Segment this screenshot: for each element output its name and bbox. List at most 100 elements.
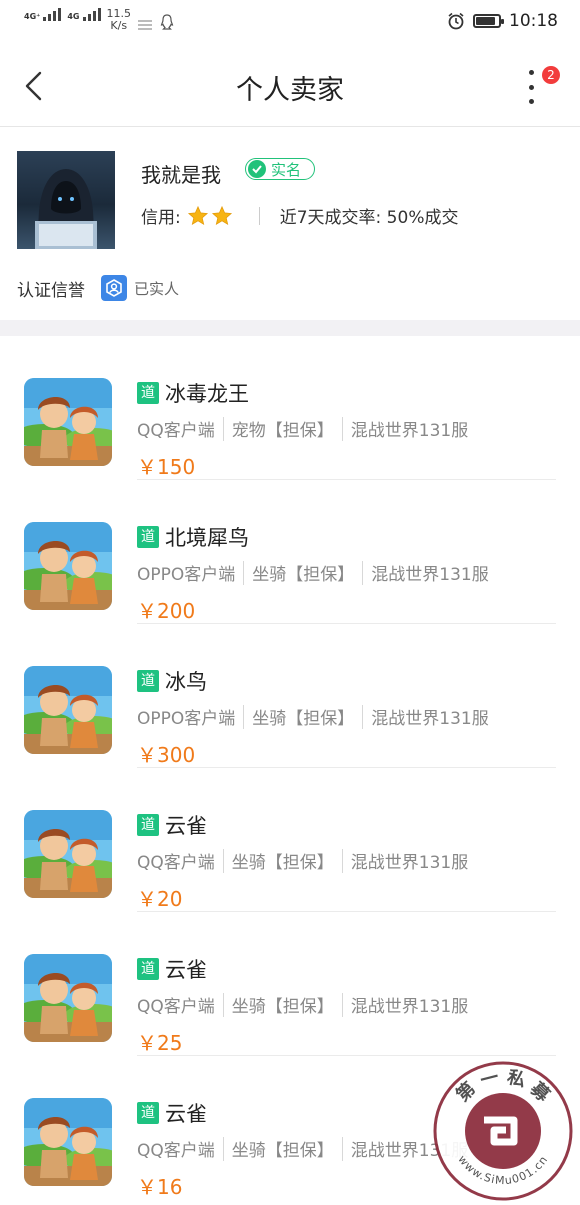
credit-label: 信用:: [141, 208, 181, 228]
listing-title: 冰鸟: [165, 670, 207, 694]
listing-item[interactable]: 道云雀 QQ客户端 坐骑【担保】 混战世界131服 ￥25: [0, 912, 580, 1056]
listing-server: 混战世界131服: [350, 853, 469, 873]
network-label-1: 4G⁺: [24, 12, 41, 21]
listing-price: ￥20: [137, 887, 183, 911]
item-type-tag: 道: [137, 958, 159, 980]
star-icon: [211, 205, 232, 225]
item-type-tag: 道: [137, 526, 159, 548]
meta-divider: [341, 416, 343, 441]
credit-row: 信用: 近7天成交率: 50%成交: [141, 203, 458, 228]
more-dot-icon: [528, 99, 534, 104]
listing-category: 宠物【担保】: [231, 421, 334, 441]
game-thumbnail-image[interactable]: [24, 666, 112, 754]
alarm-icon: [448, 12, 464, 30]
status-bar: 4G⁺ 4G 11.5 K/s 10:18: [0, 0, 580, 46]
listing-meta: QQ客户端 坐骑【担保】 混战世界131服: [137, 1136, 468, 1161]
listing-title: 北境犀鸟: [165, 526, 249, 550]
listing-meta: QQ客户端 坐骑【担保】 混战世界131服: [137, 992, 468, 1017]
listing-server: 混战世界131服: [371, 709, 489, 729]
listing-title: 冰毒龙王: [165, 382, 249, 406]
listing-item[interactable]: 道北境犀鸟 OPPO客户端 坐骑【担保】 混战世界131服 ￥200: [0, 480, 580, 624]
item-type-tag: 道: [137, 670, 159, 692]
credit-stars: [185, 205, 233, 227]
more-dot-icon: [528, 84, 534, 90]
meta-divider: [222, 992, 224, 1017]
check-icon: [248, 160, 266, 178]
network-speed: 11.5 K/s: [107, 8, 132, 32]
game-thumbnail-image[interactable]: [24, 378, 112, 466]
battery-level: [476, 17, 496, 25]
listing-price: ￥300: [137, 743, 196, 767]
listing-server: 混战世界131服: [350, 421, 469, 441]
certification-label: 认证信誉: [17, 280, 85, 301]
meta-divider: [341, 848, 343, 873]
listing-price: ￥200: [137, 599, 196, 623]
meta-divider: [243, 560, 245, 585]
item-type-tag: 道: [137, 1102, 159, 1124]
listing-item[interactable]: 道冰鸟 OPPO客户端 坐骑【担保】 混战世界131服 ￥300: [0, 624, 580, 768]
listing-price: ￥150: [137, 455, 196, 479]
seller-page: 4G⁺ 4G 11.5 K/s 10:18 个人卖家 2 我就是我 实名 信用:…: [0, 0, 580, 1205]
listing-title-row: 道冰毒龙王: [137, 378, 249, 408]
signal-icon-2: 4G: [67, 8, 101, 21]
item-type-tag: 道: [137, 382, 159, 404]
listing-client: OPPO客户端: [137, 565, 236, 585]
listing-meta: OPPO客户端 坐骑【担保】 混战世界131服: [137, 704, 489, 729]
game-thumbnail-image[interactable]: [24, 954, 112, 1042]
listing-title-row: 道云雀: [137, 1098, 207, 1128]
listing-server: 混战世界131服: [371, 565, 489, 585]
meta-divider: [222, 416, 224, 441]
listing-title: 云雀: [165, 814, 207, 838]
meta-divider: [362, 704, 364, 729]
listing-item[interactable]: 道云雀 QQ客户端 坐骑【担保】 混战世界131服 ￥20: [0, 768, 580, 912]
meta-divider: [341, 992, 343, 1017]
section-divider: [0, 320, 580, 336]
listing-category: 坐骑【担保】: [231, 1141, 334, 1161]
seller-avatar[interactable]: [17, 151, 115, 249]
certification-value: 已实人: [134, 279, 180, 298]
notification-icon: [138, 20, 152, 30]
listing-title: 云雀: [165, 1102, 207, 1126]
listing-category: 坐骑【担保】: [252, 709, 355, 729]
speed-unit: K/s: [110, 19, 128, 32]
status-right: 10:18: [447, 11, 558, 31]
meta-divider: [341, 1136, 343, 1161]
game-thumbnail-image[interactable]: [24, 522, 112, 610]
listing-client: OPPO客户端: [137, 709, 236, 729]
listing-category: 坐骑【担保】: [252, 565, 355, 585]
listing-title-row: 道云雀: [137, 954, 207, 984]
watermark-logo: 第 一 私 募 www.SiMu001.cn: [433, 1061, 573, 1201]
verified-badge: 实名: [245, 158, 315, 180]
item-type-tag: 道: [137, 814, 159, 836]
more-dot-icon: [528, 70, 534, 75]
listing-server: 混战世界131服: [350, 997, 469, 1017]
person-verified-icon: [101, 275, 127, 301]
network-label-2: 4G: [67, 12, 80, 21]
listing-item[interactable]: 道冰毒龙王 QQ客户端 宠物【担保】 混战世界131服 ￥150: [0, 336, 580, 480]
listing-price: ￥16: [137, 1175, 183, 1199]
status-left: 4G⁺ 4G 11.5 K/s: [24, 8, 175, 32]
listing-client: QQ客户端: [137, 853, 215, 873]
more-menu-button[interactable]: [520, 70, 542, 104]
listing-client: QQ客户端: [137, 1141, 215, 1161]
game-thumbnail-image[interactable]: [24, 810, 112, 898]
meta-divider: [222, 848, 224, 873]
message-count-badge: 2: [542, 66, 560, 84]
listing-title-row: 道冰鸟: [137, 666, 207, 696]
verified-label: 实名: [271, 160, 302, 179]
battery-icon: [473, 14, 504, 28]
deal-rate: 近7天成交率: 50%成交: [279, 208, 459, 228]
credit-divider: [258, 206, 260, 225]
seller-name: 我就是我: [141, 163, 221, 187]
star-icon: [187, 205, 208, 225]
meta-divider: [362, 560, 364, 585]
listing-category: 坐骑【担保】: [231, 997, 334, 1017]
game-thumbnail-image[interactable]: [24, 1098, 112, 1186]
app-header: 个人卖家 2: [0, 46, 580, 127]
hooded-hacker-avatar-image: [35, 169, 97, 249]
clock: 10:18: [509, 11, 558, 31]
listing-price: ￥25: [137, 1031, 183, 1055]
listing-title-row: 道云雀: [137, 810, 207, 840]
listing-title: 云雀: [165, 958, 207, 982]
page-title: 个人卖家: [236, 75, 344, 106]
